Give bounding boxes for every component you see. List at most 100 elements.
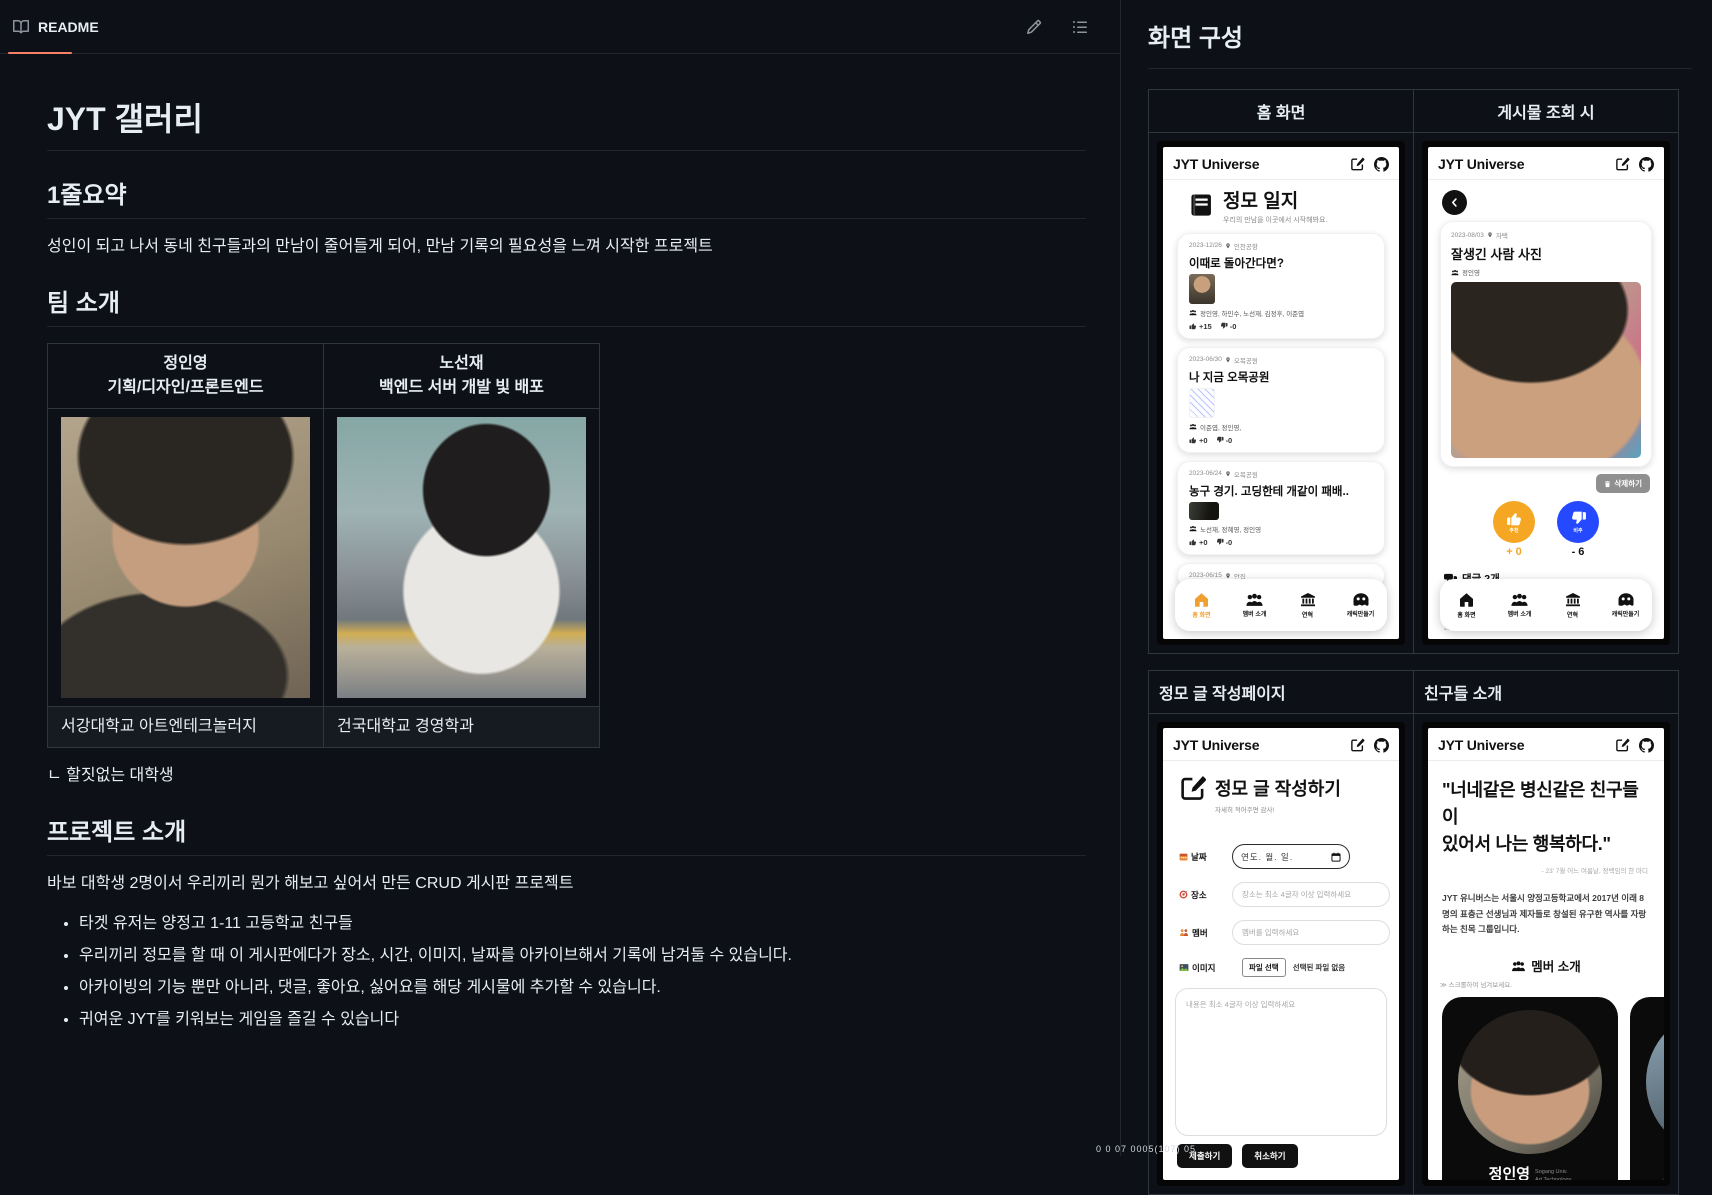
- back-button: [1442, 190, 1467, 215]
- post-date: 2023-12/26: [1189, 242, 1222, 249]
- content-textarea: [1175, 988, 1387, 1136]
- friends-quote: "너네같은 병신같은 친구들이 있어서 나는 행복하다.": [1442, 777, 1650, 858]
- post-place: 인천공항: [1234, 241, 1258, 251]
- like-count-text: +15: [1199, 322, 1212, 331]
- tab-members: 멤버 소개: [1493, 592, 1546, 618]
- write-page-cell: JYT Universe 정모 글 작성하기 자세히 적어주면 감사!: [1149, 714, 1414, 1195]
- post-detail-card: 2023-08/03 자택 잘생긴 사람 사진 정인영: [1440, 221, 1652, 467]
- app-header-icons: [1616, 157, 1654, 172]
- dislike-count: -0: [1220, 322, 1237, 331]
- post-date: 2023-08/03: [1451, 232, 1484, 239]
- header-home-screen: 홈 화면: [1149, 90, 1414, 133]
- github-icon: [1639, 738, 1654, 753]
- app-header-icons: [1616, 738, 1654, 753]
- trash-icon: [1604, 480, 1611, 488]
- member2-role: 백엔드 서버 개발 빛 배포: [337, 376, 586, 400]
- members-intro-heading: 멤버 소개: [1428, 956, 1664, 975]
- post-members: 이준엽, 정인영,: [1189, 422, 1373, 432]
- project-bullet: 우리끼리 정모를 할 때 이 게시판에다가 장소, 시간, 이미지, 날짜를 아…: [79, 944, 1086, 968]
- post-card: 2023-06/24 오목공원 농구 경기. 고딩한테 개같이 패배.. 노선재…: [1177, 461, 1385, 555]
- home-screen: JYT Universe 정모 일지 우리의 만남을 이곳에서 시작해봐요.: [1163, 147, 1399, 639]
- members-icon: [1511, 960, 1526, 972]
- like-count-text: +0: [1199, 436, 1208, 445]
- screens-table-b-header: 정모 글 작성페이지 친구들 소개: [1149, 671, 1679, 714]
- like-count: +0: [1189, 538, 1208, 547]
- family-emoji-icon: [1179, 928, 1189, 937]
- member1-name: 정인영: [61, 352, 310, 376]
- tab-readme[interactable]: README: [13, 0, 99, 53]
- screens-table-a: 홈 화면 게시물 조회 시 JYT Universe: [1148, 89, 1679, 654]
- quote-attribution: - 23' 7월 어느 여름날, 정백임의 한 마디: [1444, 865, 1648, 875]
- location-pin-icon: [1225, 357, 1231, 363]
- compose-icon: [1181, 775, 1207, 801]
- app-header: JYT Universe: [1428, 728, 1664, 761]
- date-row: 날짜 연도. 월. 일.: [1179, 844, 1399, 869]
- home-icon: [1193, 592, 1210, 608]
- team-member1-header: 정인영 기획/디자인/프론트엔드: [48, 344, 324, 409]
- dislike-button: 비추: [1557, 501, 1599, 543]
- readme-content: JYT 갤러리 1줄요약 성인이 되고 나서 동네 친구들과의 만남이 줄어들게…: [0, 54, 1104, 1032]
- github-icon: [1374, 157, 1389, 172]
- post-members-text: 노선재, 정혜영, 정인영: [1200, 524, 1261, 534]
- tab-home: 홈 화면: [1440, 592, 1493, 619]
- member2-name: 노선재: [337, 352, 586, 376]
- post-card: 2023-12/26 인천공항 이때로 돌아간다면? 정인영, 하민수, 노선재…: [1177, 233, 1385, 339]
- friends-intro-screenshot[interactable]: JYT Universe "너네같은 병신같은 친구들이 있어서 나는 행복하다…: [1422, 722, 1670, 1186]
- image-label: 이미지: [1179, 962, 1235, 974]
- post-members: 정인영: [1451, 267, 1641, 277]
- post-photo: [1451, 282, 1641, 458]
- tab-character-label: 캐릭만들기: [1347, 609, 1375, 618]
- tab-character: 캐릭만들기: [1599, 592, 1652, 618]
- friend-name-row: 정인영 Sogang Univ. Art Technology: [1489, 1163, 1572, 1180]
- outline-list-icon[interactable]: [1072, 19, 1088, 35]
- team-member2-header: 노선재 백엔드 서버 개발 빛 배포: [324, 344, 600, 409]
- screens-heading: 화면 구성: [1148, 18, 1692, 69]
- write-post-icon: [1351, 157, 1365, 171]
- calendar-emoji-icon: [1179, 852, 1188, 861]
- home-icon: [1458, 592, 1475, 608]
- thumbs-down-icon: [1216, 436, 1224, 444]
- github-icon: [1639, 157, 1654, 172]
- post-title: 이때로 돌아간다면?: [1189, 255, 1373, 271]
- post-title: 잘생긴 사람 사진: [1451, 244, 1641, 263]
- location-pin-icon: [1487, 232, 1493, 238]
- screens-table-b: 정모 글 작성페이지 친구들 소개 JYT Universe: [1148, 670, 1679, 1195]
- project-bullet: 귀여운 JYT를 키워보는 게임을 즐길 수 있습니다: [79, 1008, 1086, 1032]
- members-icon: [1245, 592, 1264, 607]
- post-votes: +15 -0: [1189, 322, 1373, 331]
- write-header: 정모 글 작성하기 자세히 적어주면 감사!: [1181, 775, 1399, 814]
- home-screenshot[interactable]: JYT Universe 정모 일지 우리의 만남을 이곳에서 시작해봐요.: [1157, 141, 1405, 645]
- post-place: 오목공원: [1234, 355, 1258, 365]
- scroll-hint: ≫ 스크롤하여 넘겨보세요.: [1440, 979, 1664, 989]
- member1-photo[interactable]: [61, 417, 310, 698]
- member2-photo[interactable]: [337, 417, 586, 698]
- write-post-icon: [1616, 738, 1630, 752]
- location-pin-icon: [1225, 471, 1231, 477]
- post-view-cell: JYT Universe 2023-08/03: [1414, 133, 1679, 654]
- board-subtitle: 우리의 만남을 이곳에서 시작해봐요.: [1223, 215, 1327, 225]
- project-intro: 바보 대학생 2명이서 우리끼리 뭔가 해보고 싶어서 만든 CRUD 게시판 …: [47, 872, 1086, 896]
- app-header-icons: [1351, 157, 1389, 172]
- github-icon: [1374, 738, 1389, 753]
- thumbs-down-icon: [1570, 510, 1587, 527]
- edit-readme-icon[interactable]: [1026, 19, 1042, 35]
- tab-history-label: 연혁: [1302, 610, 1313, 619]
- screens-panel: 화면 구성 홈 화면 게시물 조회 시 JYT Universe: [1122, 0, 1712, 1156]
- members-icon: [1510, 592, 1529, 607]
- app-header-icons: [1351, 738, 1389, 753]
- post-view-screen: JYT Universe 2023-08/03: [1428, 147, 1664, 639]
- member2-caption: 건국대학교 경영학과: [324, 707, 600, 748]
- like-count-text: +0: [1199, 538, 1208, 547]
- header-friends-intro: 친구들 소개: [1414, 671, 1679, 714]
- calendar-picker-icon: [1331, 852, 1341, 862]
- members-intro-heading-text: 멤버 소개: [1531, 956, 1580, 975]
- write-page-screenshot[interactable]: JYT Universe 정모 글 작성하기 자세히 적어주면 감사!: [1157, 722, 1405, 1186]
- team-photo-row: [48, 409, 600, 707]
- friend-card-partial: 노선재: [1630, 997, 1664, 1180]
- bank-icon: [1300, 592, 1316, 608]
- post-meta: 2023-08/03 자택: [1451, 230, 1641, 240]
- home-screen-cell: JYT Universe 정모 일지 우리의 만남을 이곳에서 시작해봐요.: [1149, 133, 1414, 654]
- dislike-button-label: 비추: [1573, 527, 1582, 534]
- post-view-screenshot[interactable]: JYT Universe 2023-08/03: [1422, 141, 1670, 645]
- friend-school: Sogang Univ. Art Technology: [1535, 1168, 1571, 1180]
